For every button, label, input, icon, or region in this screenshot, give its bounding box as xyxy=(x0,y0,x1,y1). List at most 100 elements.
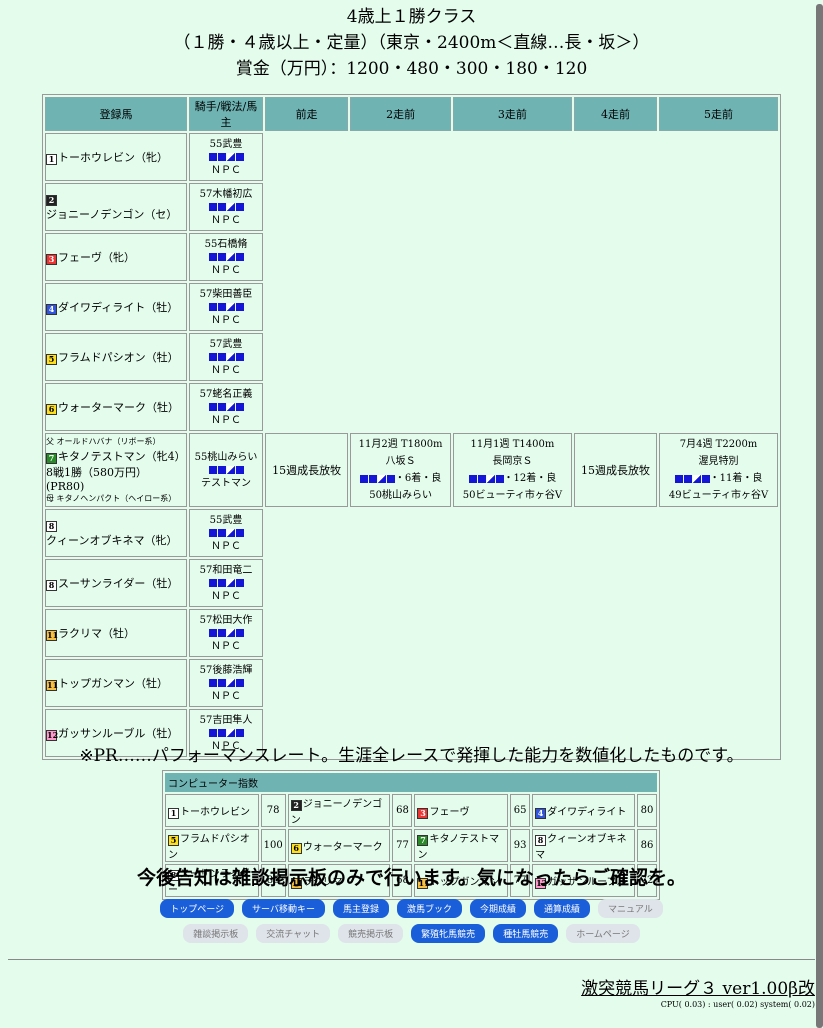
race-name: 長岡京Ｓ xyxy=(492,456,533,467)
ci-horse[interactable]: 8 クィーンオブキネマ xyxy=(532,829,635,862)
empty-history xyxy=(265,509,778,757)
waku-badge-icon: 6 xyxy=(46,404,57,415)
race-date: 11月2週 T1800m xyxy=(358,439,443,450)
scrollbar[interactable] xyxy=(816,4,823,1028)
nav-button[interactable]: 馬主登録 xyxy=(332,899,389,918)
horse-name-cell[interactable]: 1 トーホウレビン（牝） xyxy=(45,133,187,181)
footer-link[interactable]: 激突競馬リーグ３ ver1.00β改 xyxy=(581,974,815,999)
nav-button[interactable]: 今期成績 xyxy=(470,899,527,918)
col-header: 登録馬 xyxy=(45,97,187,131)
owner-name: テストマン xyxy=(201,477,251,489)
ci-horse-name: フェーヴ xyxy=(429,806,470,818)
ci-score: 65 xyxy=(510,794,531,827)
jockey-cell: 57蛯名正義 ＮＰＣ xyxy=(189,383,263,431)
horse-name-cell[interactable]: 8 スーサンライダー（牡） xyxy=(45,559,187,607)
horse-name-cell[interactable]: 11トップガンマン（牡） xyxy=(45,659,187,707)
owner-name: ＮＰＣ xyxy=(211,540,241,552)
col-header: 騎手/戦法/馬主 xyxy=(189,97,263,131)
featured-horse-cell[interactable]: 父 オールドハバナ（リボー系） 7 キタノテストマン（牝4） 8戦1勝（580万円） … xyxy=(45,433,187,507)
horse-name: ウォーターマーク（牡） xyxy=(58,401,179,414)
waku-badge-icon: 2 xyxy=(290,800,302,811)
sire: 父 オールドハバナ（リボー系） xyxy=(46,436,161,446)
jockey-name: 57蛯名正義 xyxy=(199,388,253,400)
ci-score: 93 xyxy=(510,829,531,862)
waku-badge-icon: 5 xyxy=(168,835,179,846)
ci-score: 68 xyxy=(392,794,413,827)
horse-name-cell[interactable]: 5 フラムドパシオン（牡） xyxy=(45,333,187,381)
ci-horse[interactable]: 2 ジョニーノデンゴン xyxy=(287,794,391,827)
past-race-cell: 7月4週 T2200m 渥見特別 ・11着・良 49ビューティ市ヶ谷V xyxy=(659,433,778,507)
horse-name-cell[interactable]: 4 ダイワディライト（牡） xyxy=(45,283,187,331)
notice-text: 今後告知は雑談掲示板のみで行います。気になったらご確認を。 xyxy=(136,867,687,889)
horse-name-cell[interactable]: 8 クィーンオブキネマ（牝） xyxy=(45,509,187,557)
nav-button[interactable]: トップページ xyxy=(160,899,235,918)
ci-score: 100 xyxy=(260,829,286,862)
nav-button[interactable]: ホームページ xyxy=(566,924,640,943)
tactic-pattern-icon xyxy=(208,403,244,411)
jockey-cell: 55武豊 ＮＰＣ xyxy=(189,133,263,181)
nav-button[interactable]: 激馬ブック xyxy=(396,899,462,918)
horse-name-cell[interactable]: 2 ジョニーノデンゴン（セ） xyxy=(45,183,187,231)
past-race-cell: 11月1週 T1400m 長岡京Ｓ ・12着・良 50ビューティ市ヶ谷V xyxy=(452,433,572,507)
tactic-pattern-icon xyxy=(208,729,244,737)
nav-button[interactable]: 競売掲示板 xyxy=(338,924,404,943)
tactic-pattern-icon xyxy=(208,203,244,211)
jockey-cell: 57後藤浩輝 ＮＰＣ xyxy=(189,659,263,707)
owner-name: ＮＰＣ xyxy=(211,690,241,702)
waku-badge-icon: 8 xyxy=(535,835,547,846)
nav-button[interactable]: サーバ移動キー xyxy=(242,899,325,918)
jockey-name: 57木幡初広 xyxy=(199,188,253,200)
ci-horse[interactable]: 7 キタノテストマン xyxy=(414,829,509,862)
ci-horse[interactable]: 1 トーホウレビン xyxy=(165,794,259,827)
jockey-name: 57後藤浩輝 xyxy=(199,664,253,676)
jockey-cell: 57柴田善臣 ＮＰＣ xyxy=(189,283,263,331)
ci-score: 86 xyxy=(637,829,657,862)
waku-badge-icon: 7 xyxy=(46,452,57,464)
ci-horse-name: クィーンオブキネマ xyxy=(535,834,627,861)
waku-badge-icon: 5 xyxy=(46,354,57,365)
nav-button[interactable]: 種牡馬競売 xyxy=(493,924,559,943)
horse-name-cell[interactable]: 3 フェーヴ（牝） xyxy=(45,233,187,281)
ci-horse-name: トーホウレビン xyxy=(180,806,250,818)
ci-horse[interactable]: 4 ダイワディライト xyxy=(532,794,635,827)
ci-horse-name: フラムドパシオン xyxy=(168,834,250,861)
ci-score: 77 xyxy=(392,829,413,862)
tactic-pattern-icon xyxy=(674,474,710,483)
owner-name: ＮＰＣ xyxy=(211,364,241,376)
race-date: 7月4週 T2200m xyxy=(679,439,758,450)
horse-name: トップガンマン（牡） xyxy=(58,677,168,690)
nav-button[interactable]: 繁殖牝馬競売 xyxy=(411,924,486,943)
horse-name: トーホウレビン（牝） xyxy=(58,151,168,164)
nav-row-1: トップページ サーバ移動キー 馬主登録 激馬ブック 今期成績 通算成績 マニュアル xyxy=(0,897,823,918)
tactic-pattern-icon xyxy=(208,303,244,311)
col-header: 4走前 xyxy=(573,97,658,131)
entry-table: 登録馬 騎手/戦法/馬主 前走 2走前 3走前 4走前 5走前 1 トーホウレビン（牝） 55武… xyxy=(42,94,781,760)
nav-button[interactable]: 交流チャット xyxy=(256,924,331,943)
nav-button[interactable]: マニュアル xyxy=(598,899,663,918)
nav-row-2: 雑談掲示板 交流チャット 競売掲示板 繁殖牝馬競売 種牡馬競売 ホームページ xyxy=(0,922,823,943)
ci-horse[interactable]: 3 フェーヴ xyxy=(414,794,509,827)
race-title: 4歳上１勝クラス xyxy=(346,7,477,27)
waku-badge-icon: 11 xyxy=(46,680,59,691)
race-name: 渥見特別 xyxy=(698,456,739,467)
waku-badge-icon: 7 xyxy=(417,835,429,846)
rest-cell: 15週成長放牧 xyxy=(573,433,658,507)
nav-button[interactable]: 雑談掲示板 xyxy=(183,924,249,943)
race-result: ・6着・良 xyxy=(394,473,442,484)
ci-horse-name: キタノテストマン xyxy=(417,834,500,861)
waku-badge-icon: 1 xyxy=(46,154,57,165)
horse-name-cell[interactable]: 11ラクリマ（牡） xyxy=(45,609,187,657)
pr-note: ※PR……パフォーマンスレート。生涯全レースで発揮した能力を数値化したものです。 xyxy=(79,746,744,766)
jockey-name: 57武豊 xyxy=(209,338,243,350)
ci-horse[interactable]: 6 ウォーターマーク xyxy=(287,829,391,862)
horse-name: ラクリマ（牡） xyxy=(58,627,135,640)
tactic-pattern-icon xyxy=(208,153,244,161)
jockey-cell: 55石橋脩 ＮＰＣ xyxy=(189,233,263,281)
horse-name-cell[interactable]: 6 ウォーターマーク（牡） xyxy=(45,383,187,431)
jockey-cell: 55桃山みらい テストマン xyxy=(189,433,263,507)
waku-badge-icon: 8 xyxy=(46,580,57,591)
ci-horse[interactable]: 5 フラムドパシオン xyxy=(165,829,259,862)
nav-button[interactable]: 通算成績 xyxy=(534,899,591,918)
dam: 母 キタノヘンパクト（ヘイロー系） xyxy=(46,493,177,503)
owner-name: ＮＰＣ xyxy=(211,264,241,276)
